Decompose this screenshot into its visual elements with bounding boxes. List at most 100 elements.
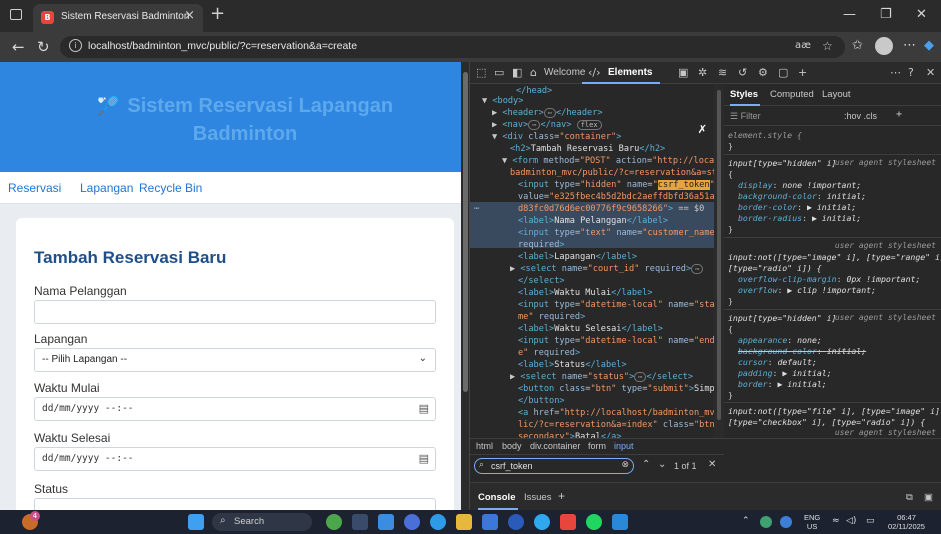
nav-link-recycle-bin[interactable]: Recycle Bin	[139, 181, 202, 195]
performance-icon[interactable]: ↺	[738, 66, 747, 79]
read-aloud-icon[interactable]: aæ	[795, 40, 811, 51]
style-prop[interactable]: padding: ▶ initial;	[738, 368, 832, 379]
style-rule[interactable]: input[type="hidden" i]	[728, 158, 836, 169]
dom-line[interactable]: me" required>	[518, 312, 585, 324]
calendar-app-icon[interactable]	[482, 514, 498, 530]
filter-input[interactable]: ☰ Filter	[730, 111, 761, 122]
devtools-more-icon[interactable]: ⋯	[890, 66, 901, 79]
search-prev-icon[interactable]: ⌃	[642, 459, 650, 470]
spotify-icon[interactable]	[586, 514, 602, 530]
page-scrollbar[interactable]	[461, 62, 469, 510]
back-icon[interactable]: ←	[12, 38, 25, 56]
dom-line[interactable]: ▼ <div class="container">	[492, 132, 621, 144]
help-app-icon[interactable]	[534, 514, 550, 530]
dom-line[interactable]: </select>	[518, 276, 565, 288]
dom-line[interactable]: ▼ <body>	[482, 96, 523, 108]
drawer-tab-console[interactable]: Console	[478, 492, 515, 503]
dom-line[interactable]: </button>	[518, 396, 565, 408]
xampp-icon[interactable]	[560, 514, 576, 530]
copilot-icon[interactable]: ◆	[924, 38, 934, 53]
app-icon[interactable]	[404, 514, 420, 530]
url-field[interactable]: i localhost/badminton_mvc/public/?c=rese…	[60, 36, 845, 58]
style-prop[interactable]: border: ▶ initial;	[738, 379, 827, 390]
dom-line[interactable]: ▶ <select name="court_id" required> ⋯	[510, 264, 704, 276]
calendar-icon[interactable]: ▤	[419, 452, 429, 465]
widgets-icon[interactable]	[326, 514, 342, 530]
dock-icon[interactable]: ◧	[512, 66, 522, 79]
bug-icon[interactable]: ✲	[698, 66, 707, 79]
profile-avatar[interactable]	[875, 37, 893, 55]
tab-welcome[interactable]: Welcome	[544, 67, 586, 78]
nav-link-reservasi[interactable]: Reservasi	[8, 181, 61, 195]
style-prop[interactable]: cursor: default;	[738, 357, 817, 368]
dom-line[interactable]: <button class="btn" type="submit">Simpan	[518, 384, 714, 396]
dock-drawer-icon[interactable]: ⧉	[906, 492, 913, 503]
dom-line[interactable]: <a href="http://localhost/badminton_mvc/…	[518, 408, 714, 420]
clock[interactable]: 06:47 02/11/2025	[888, 513, 925, 531]
console-icon[interactable]: ▣	[678, 66, 688, 79]
dom-line[interactable]: ▶ <nav> ⋯ </nav> flex	[492, 120, 602, 132]
wifi-icon[interactable]: ≈	[832, 516, 840, 526]
style-rule[interactable]: input:not([type="file" i], [type="image"…	[728, 406, 941, 417]
settings-gear-icon[interactable]: ⚙	[758, 66, 768, 79]
dom-line[interactable]: <input type="hidden" name="csrf_token"	[518, 180, 714, 192]
close-devtools-icon[interactable]: ✕	[926, 66, 935, 79]
style-prop[interactable]: border-radius: ▶ initial;	[738, 213, 861, 224]
more-options-icon[interactable]: ⋯	[903, 38, 916, 53]
dom-line[interactable]: <input type="datetime-local" name="end_t…	[518, 336, 714, 348]
drawer-close-icon[interactable]: ▣	[924, 492, 933, 503]
nav-link-lapangan[interactable]: Lapangan	[80, 181, 133, 195]
url-text[interactable]: localhost/badminton_mvc/public/?c=reserv…	[88, 40, 357, 52]
battery-icon[interactable]: ▭	[866, 516, 875, 526]
dom-line[interactable]: ▶ <header> ⋯ </header>	[492, 108, 603, 120]
dom-line[interactable]: required>	[518, 240, 565, 252]
style-rule[interactable]: [type="radio" i]) {	[728, 263, 822, 274]
dom-line[interactable]: <label>Status</label>	[518, 360, 627, 372]
dom-line[interactable]: <label>Lapangan</label>	[518, 252, 637, 264]
dom-line[interactable]: ▼ <form method="POST" action="http://loc…	[502, 156, 714, 168]
style-rule[interactable]: element.style {	[728, 130, 802, 141]
dom-line[interactable]: <label>Nama Pelanggan</label>	[518, 216, 668, 228]
dom-line[interactable]: <input type="datetime-local" name="start…	[518, 300, 714, 312]
drawer-tab-issues[interactable]: Issues	[524, 492, 551, 503]
style-prop[interactable]: border-color: ▶ initial;	[738, 202, 856, 213]
filter-buttons[interactable]: :hov .cls	[844, 111, 877, 122]
page-scroll-thumb[interactable]	[463, 72, 468, 392]
help-icon[interactable]: ?	[908, 66, 914, 79]
breadcrumb-container[interactable]: div.container	[530, 441, 580, 451]
style-prop[interactable]: background-color: initial;	[738, 191, 866, 202]
style-rule[interactable]: [type="checkbox" i], [type="radio" i]) {	[728, 417, 925, 428]
dom-line[interactable]: value="e325fbec4b5d2bdc2aeffdbfd36a51afd…	[518, 192, 714, 204]
drawer-add-tab-icon[interactable]: +	[558, 489, 565, 503]
elements-scrollbar[interactable]	[714, 84, 724, 438]
dom-line[interactable]: ▶ <select name="status"> ⋯ </select>	[510, 372, 693, 384]
favorites-icon[interactable]: ✩	[852, 38, 863, 53]
minimize-icon[interactable]: —	[843, 7, 856, 22]
style-prop[interactable]: appearance: none;	[738, 335, 822, 346]
tab-layout[interactable]: Layout	[822, 89, 851, 101]
end-time-input[interactable]: dd/mm/yyyy --:-- ▤	[34, 447, 436, 471]
teams-icon[interactable]	[378, 514, 394, 530]
taskbar-search[interactable]: ⌕ Search	[212, 513, 312, 531]
vscode-icon[interactable]	[612, 514, 628, 530]
tray-overflow-icon[interactable]: ⌃	[742, 516, 750, 526]
site-info-icon[interactable]: i	[69, 39, 82, 52]
search-next-icon[interactable]: ⌄	[658, 459, 666, 470]
dom-line[interactable]: lic/?c=reservation&a=index" class="btn b…	[518, 420, 714, 432]
hp-icon[interactable]	[508, 514, 524, 530]
status-select[interactable]	[34, 498, 436, 510]
breadcrumb-form[interactable]: form	[588, 441, 606, 451]
node-ellipsis-icon[interactable]: ⋯	[474, 204, 479, 216]
tray-app-icon[interactable]	[760, 516, 772, 528]
start-menu-icon[interactable]	[188, 514, 204, 530]
style-rule[interactable]: input:not([type="image" i], [type="range…	[728, 252, 941, 263]
tab-close-icon[interactable]: ×	[184, 8, 195, 23]
tab-computed[interactable]: Computed	[770, 89, 814, 101]
dom-line[interactable]: d83fc0d76d6ec00776f9c9658266"> == $0	[518, 204, 704, 216]
dom-search-input[interactable]: ⌕ csrf_token ⊗	[474, 458, 634, 474]
edge-icon[interactable]	[430, 514, 446, 530]
style-prop-overridden[interactable]: background-color: initial;	[738, 346, 866, 357]
reload-icon[interactable]: ↻	[37, 38, 50, 56]
style-prop[interactable]: overflow: ▶ clip !important;	[738, 285, 876, 296]
dom-line[interactable]: <input type="text" name="customer_name"	[518, 228, 714, 240]
